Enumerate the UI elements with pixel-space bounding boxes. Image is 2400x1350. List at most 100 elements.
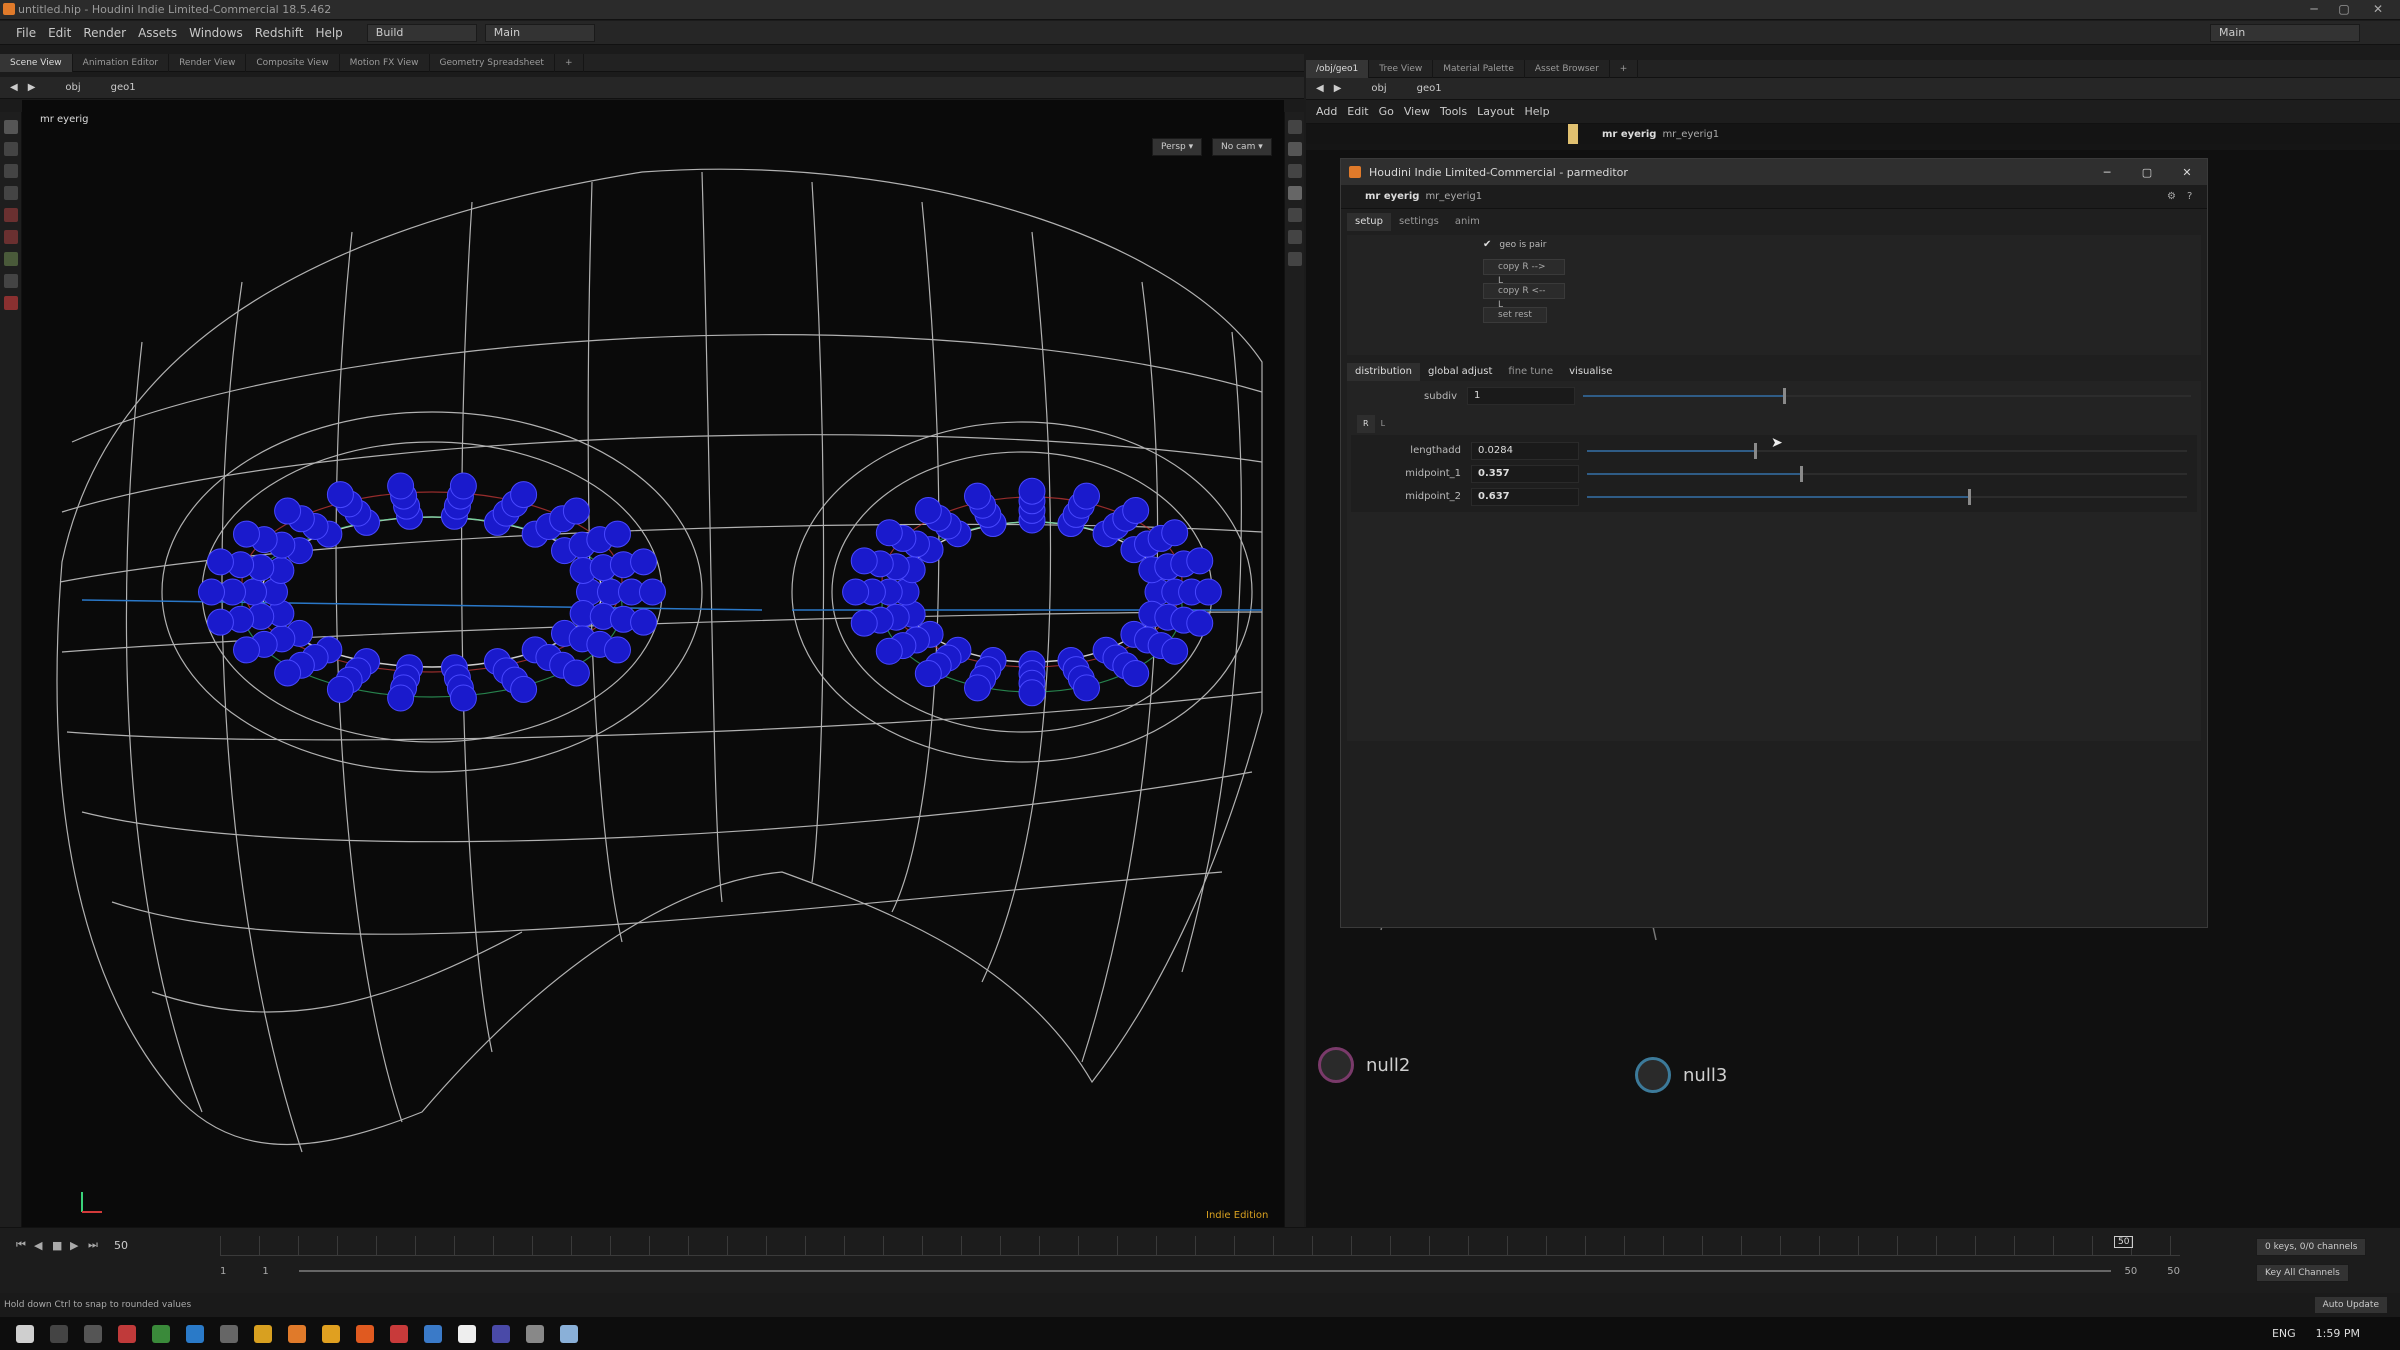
path-node[interactable]: geo1	[1417, 83, 1442, 94]
tab-fine-tune[interactable]: fine tune	[1500, 363, 1561, 381]
path-root[interactable]: obj	[1371, 83, 1386, 94]
app-icon[interactable]	[118, 1324, 136, 1343]
back-icon[interactable]: ◀	[10, 82, 18, 93]
back-icon[interactable]: ◀	[1316, 83, 1324, 94]
midpoint-2-field[interactable]: 0.637	[1471, 487, 1579, 506]
chrome-icon[interactable]	[152, 1324, 170, 1343]
forward-icon[interactable]: ▶	[1334, 83, 1342, 94]
jump-end-icon[interactable]: ⏭	[88, 1238, 106, 1252]
midpoint-1-slider[interactable]	[1587, 465, 2187, 483]
node-null2[interactable]: null2	[1318, 1047, 1410, 1083]
set-rest-button[interactable]: set rest	[1483, 307, 1547, 323]
jump-start-icon[interactable]: ⏮	[16, 1238, 34, 1252]
app-icon[interactable]	[458, 1324, 476, 1343]
slider-knob[interactable]	[1782, 388, 1786, 404]
key-all-channels-button[interactable]: Key All Channels	[2256, 1264, 2349, 1282]
desktop-select-main[interactable]: Main	[484, 23, 595, 42]
points-icon[interactable]	[1287, 208, 1302, 222]
range-slider[interactable]	[298, 1270, 2111, 1272]
range-start[interactable]: 1	[220, 1266, 226, 1277]
display-option-icon[interactable]	[1287, 120, 1302, 134]
close-icon[interactable]: ✕	[2364, 2, 2392, 18]
tab-material-palette[interactable]: Material Palette	[1433, 59, 1525, 78]
clock[interactable]: 1:59 PM	[2316, 1327, 2360, 1340]
tab-render-view[interactable]: Render View	[169, 53, 247, 72]
pose-tool-icon[interactable]	[3, 230, 18, 244]
play-icon[interactable]: ▶	[70, 1239, 88, 1252]
tab-settings[interactable]: settings	[1391, 213, 1447, 231]
help-icon[interactable]: ?	[2187, 191, 2207, 202]
play-reverse-icon[interactable]: ◀	[34, 1239, 52, 1252]
minimize-icon[interactable]: ─	[2300, 2, 2328, 18]
tab-visualise[interactable]: visualise	[1561, 363, 1620, 381]
frame-ruler[interactable]	[220, 1236, 2180, 1256]
menu-edit[interactable]: Edit	[48, 26, 71, 40]
gear-icon[interactable]: ⚙	[2167, 191, 2187, 202]
tab-anim[interactable]: anim	[1447, 213, 1488, 231]
range-end-2[interactable]: 50	[2167, 1266, 2180, 1277]
app-icon[interactable]	[50, 1324, 68, 1343]
tab-setup[interactable]: setup	[1347, 213, 1391, 231]
net-menu-tools[interactable]: Tools	[1440, 105, 1467, 118]
app-icon[interactable]	[526, 1324, 544, 1343]
tab-r[interactable]: R	[1357, 415, 1375, 433]
midpoint-1-field[interactable]: 0.357	[1471, 464, 1579, 483]
tab-composite-view[interactable]: Composite View	[246, 53, 340, 72]
add-tab-icon[interactable]: +	[555, 53, 584, 72]
path-node[interactable]: geo1	[111, 82, 136, 93]
tab-network[interactable]: /obj/geo1	[1306, 59, 1370, 78]
windows-start-icon[interactable]	[16, 1324, 34, 1343]
app-icon[interactable]	[560, 1324, 578, 1343]
lengthadd-slider[interactable]	[1587, 442, 2187, 460]
normals-icon[interactable]	[1287, 230, 1302, 244]
parm-editor-titlebar[interactable]: Houdini Indie Limited-Commercial - parme…	[1341, 159, 2207, 185]
net-menu-edit[interactable]: Edit	[1347, 105, 1368, 118]
minimize-icon[interactable]: ─	[2087, 166, 2127, 179]
net-menu-add[interactable]: Add	[1316, 105, 1337, 118]
auto-update-button[interactable]: Auto Update	[2313, 1296, 2388, 1314]
view-tool-icon[interactable]	[3, 252, 18, 266]
net-menu-help[interactable]: Help	[1525, 105, 1550, 118]
app-icon[interactable]	[220, 1324, 238, 1343]
menu-help[interactable]: Help	[315, 26, 342, 40]
rotate-tool-icon[interactable]	[3, 164, 18, 178]
tab-motion-fx-view[interactable]: Motion FX View	[340, 53, 430, 72]
handle-tool-icon[interactable]	[3, 208, 18, 222]
menu-windows[interactable]: Windows	[189, 26, 243, 40]
add-tab-icon[interactable]: +	[1610, 59, 1639, 78]
node-null3[interactable]: null3	[1635, 1057, 1727, 1093]
camera-icon[interactable]	[1287, 252, 1302, 266]
move-tool-icon[interactable]	[3, 142, 18, 156]
scene-viewport[interactable]: mr eyerig Persp ▾ No cam ▾ Indie Edition	[22, 112, 1284, 1227]
tab-tree-view[interactable]: Tree View	[1369, 59, 1434, 78]
app-icon[interactable]	[390, 1324, 408, 1343]
menu-assets[interactable]: Assets	[138, 26, 177, 40]
lengthadd-field[interactable]: 0.0284	[1471, 441, 1579, 460]
copy-r-to-l-button[interactable]: copy R --> L	[1483, 259, 1565, 286]
tab-distribution[interactable]: distribution	[1347, 363, 1420, 381]
folder-icon[interactable]	[254, 1324, 272, 1343]
tab-l[interactable]: L	[1375, 415, 1391, 433]
net-menu-go[interactable]: Go	[1379, 105, 1394, 118]
subdiv-field[interactable]: 1	[1467, 387, 1575, 405]
current-frame[interactable]: 50	[114, 1239, 128, 1252]
tab-geometry-spreadsheet[interactable]: Geometry Spreadsheet	[430, 53, 555, 72]
tab-animation-editor[interactable]: Animation Editor	[73, 53, 170, 72]
snap-icon[interactable]	[3, 274, 18, 288]
slider-knob[interactable]	[1800, 465, 1804, 482]
menu-redshift[interactable]: Redshift	[255, 26, 304, 40]
tab-scene-view[interactable]: Scene View	[0, 53, 73, 72]
maximize-icon[interactable]: ▢	[2127, 166, 2167, 179]
geo-is-pair-toggle[interactable]: ✔ geo is pair	[1483, 239, 1547, 250]
magnet-icon[interactable]	[3, 296, 18, 310]
wireframe-icon[interactable]	[1287, 186, 1302, 200]
houdini-icon[interactable]	[288, 1324, 306, 1343]
tab-global-adjust[interactable]: global adjust	[1420, 363, 1500, 381]
shading-icon[interactable]	[1287, 164, 1302, 178]
range-end[interactable]: 50	[2125, 1266, 2138, 1277]
null-node-icon[interactable]	[1635, 1057, 1671, 1093]
checkbox-checked-icon[interactable]: ✔	[1483, 239, 1491, 250]
slider-knob[interactable]	[1968, 488, 1972, 505]
forward-icon[interactable]: ▶	[28, 82, 36, 93]
lock-icon[interactable]	[1287, 142, 1302, 156]
